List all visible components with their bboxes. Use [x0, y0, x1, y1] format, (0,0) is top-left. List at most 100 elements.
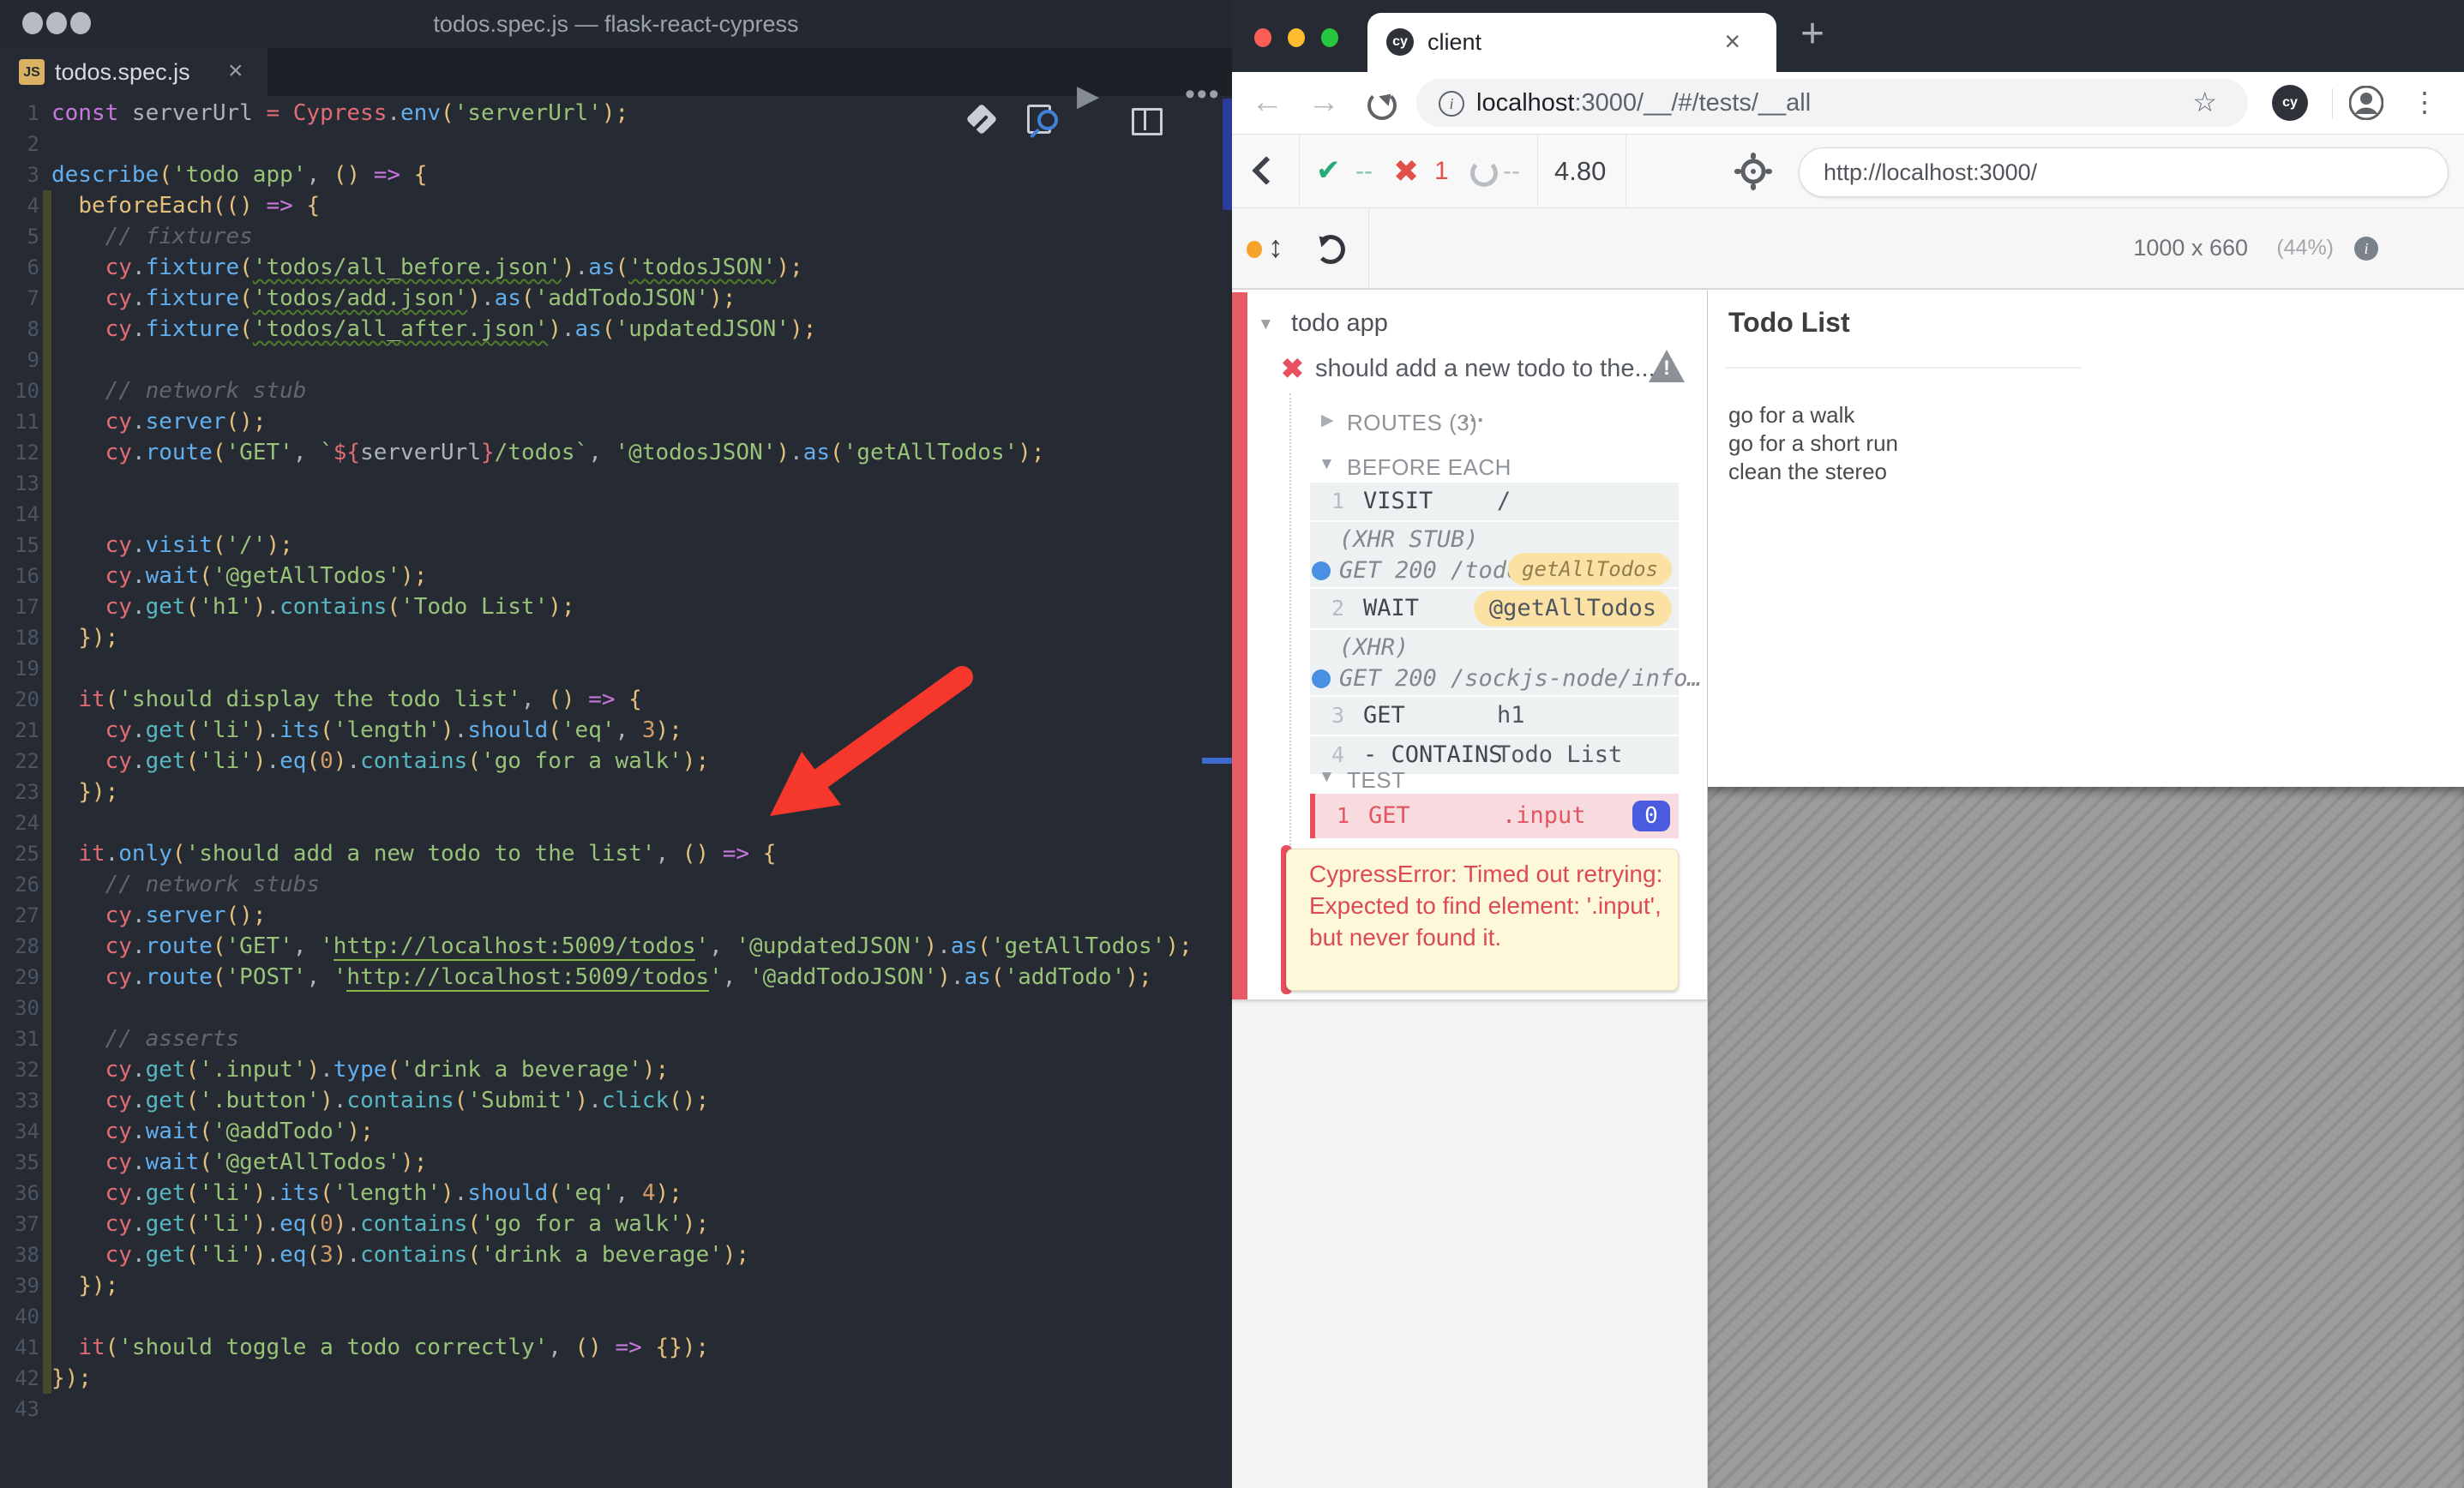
code-line[interactable]: 22 cy.get('li').eq(0).contains('go for a… — [0, 746, 1232, 777]
code-line[interactable]: 17 cy.get('h1').contains('Todo List'); — [0, 591, 1232, 622]
more-actions-icon[interactable]: ••• — [1185, 48, 1221, 111]
app-iframe[interactable]: Todo List go for a walk go for a short ru… — [1708, 290, 2464, 787]
profile-avatar-icon[interactable] — [2349, 86, 2383, 120]
editor-titlebar[interactable]: todos.spec.js — flask-react-cypress — [0, 0, 1232, 48]
code-line[interactable]: 12 cy.route('GET', `${serverUrl}/todos`,… — [0, 437, 1232, 468]
editor-tab-todos-spec[interactable]: JS todos.spec.js × — [0, 48, 267, 96]
error-message-box[interactable]: CypressError: Timed out retrying: Expect… — [1286, 849, 1679, 991]
todo-item[interactable]: go for a short run — [1728, 429, 1898, 458]
code-line[interactable]: 14 — [0, 499, 1232, 530]
chevron-down-icon[interactable]: ▼ — [1319, 768, 1335, 787]
code-line[interactable]: 35 cy.wait('@getAllTodos'); — [0, 1147, 1232, 1178]
code-line[interactable]: 39 }); — [0, 1270, 1232, 1301]
back-icon[interactable]: ← — [1251, 72, 1283, 135]
failed-command-row[interactable]: 1 GET .input 0 — [1310, 794, 1679, 838]
code-line[interactable]: 11 cy.server(); — [0, 406, 1232, 437]
command-row[interactable]: 3 GET h1 — [1310, 697, 1679, 735]
code-line[interactable]: 30 — [0, 993, 1232, 1023]
failed-test-title[interactable]: should add a new todo to the... — [1315, 346, 1656, 391]
url-text[interactable]: localhost:3000/__/#/tests/__all — [1476, 79, 1811, 127]
code-line[interactable]: 10 // network stub — [0, 375, 1232, 406]
back-to-tests-icon[interactable] — [1252, 156, 1281, 185]
todo-item[interactable]: go for a walk — [1728, 401, 1898, 429]
editor-tab-close-icon[interactable]: × — [228, 48, 243, 96]
bookmark-star-icon[interactable]: ☆ — [2192, 79, 2217, 127]
viewport-info-icon[interactable]: i — [2354, 237, 2378, 261]
code-line[interactable]: 6 cy.fixture('todos/all_before.json').as… — [0, 252, 1232, 283]
code-line[interactable]: 38 cy.get('li').eq(3).contains('drink a … — [0, 1239, 1232, 1270]
chevron-down-icon[interactable]: ▼ — [1258, 315, 1274, 334]
minimize-traffic-light[interactable] — [1288, 28, 1305, 47]
code-line[interactable]: 33 cy.get('.button').contains('Submit').… — [0, 1085, 1232, 1116]
code-line[interactable]: 18 }); — [0, 622, 1232, 653]
forward-icon[interactable]: → — [1307, 72, 1340, 135]
routes-section-label[interactable]: ROUTES (3) — [1347, 410, 1477, 436]
routes-more-icon[interactable]: ⋯ — [1462, 406, 1485, 433]
code-line[interactable]: 28 cy.route('GET', 'http://localhost:500… — [0, 931, 1232, 962]
code-line[interactable]: 20 it('should display the todo list', ()… — [0, 684, 1232, 715]
passed-count: -- — [1355, 157, 1373, 185]
browser-tab-client[interactable]: cy client × — [1367, 13, 1776, 72]
before-each-section-label[interactable]: BEFORE EACH — [1347, 454, 1511, 481]
cypress-extension-icon[interactable]: cy — [2272, 85, 2308, 121]
tab-close-icon[interactable]: × — [1724, 13, 1740, 72]
page-info-icon[interactable]: i — [1439, 91, 1464, 117]
code-area[interactable]: 1 const serverUrl = Cypress.env('serverUr… — [0, 98, 1232, 1425]
code-line[interactable]: 25 it.only('should add a new todo to the… — [0, 838, 1232, 869]
scrollbar-indicator[interactable] — [1223, 99, 1232, 210]
code-line[interactable]: 7 cy.fixture('todos/add.json').as('addTo… — [0, 283, 1232, 314]
code-line[interactable]: 2 — [0, 129, 1232, 159]
address-bar[interactable]: i localhost:3000/__/#/tests/__all ☆ — [1416, 79, 2248, 127]
code-line[interactable]: 4 beforeEach(() => { — [0, 190, 1232, 221]
code-line[interactable]: 5 // fixtures — [0, 221, 1232, 252]
code-line[interactable]: 31 // asserts — [0, 1023, 1232, 1054]
line-number: 35 — [15, 1150, 39, 1174]
code-line[interactable]: 37 cy.get('li').eq(0).contains('go for a… — [0, 1209, 1232, 1239]
rerun-tests-icon[interactable] — [1316, 235, 1345, 264]
auto-scroll-dot-icon[interactable] — [1247, 241, 1262, 258]
code-line[interactable]: 19 — [0, 653, 1232, 684]
code-line[interactable]: 15 cy.visit('/'); — [0, 530, 1232, 561]
line-number: 6 — [27, 255, 39, 279]
code-line[interactable]: 23 }); — [0, 777, 1232, 807]
aut-url-field[interactable]: http://localhost:3000/ — [1799, 147, 2449, 197]
command-number: 3 — [1331, 703, 1344, 728]
code-line[interactable]: 13 — [0, 468, 1232, 499]
test-section-label[interactable]: TEST — [1347, 767, 1405, 794]
code-line[interactable]: 26 // network stubs — [0, 869, 1232, 900]
code-line[interactable]: 1 const serverUrl = Cypress.env('serverUr… — [0, 98, 1232, 129]
command-row[interactable]: 1 VISIT / — [1310, 483, 1679, 520]
suite-title[interactable]: todo app — [1291, 303, 1388, 344]
code-line[interactable]: 43 — [0, 1394, 1232, 1425]
code-line[interactable]: 24 — [0, 807, 1232, 838]
code-line[interactable]: 9 — [0, 345, 1232, 375]
command-row[interactable]: (XHR) GET 200 /sockjs-node/info… — [1310, 630, 1702, 695]
run-button[interactable]: ▶ — [1077, 48, 1099, 112]
code-line[interactable]: 29 cy.route('POST', 'http://localhost:50… — [0, 962, 1232, 993]
close-traffic-light[interactable] — [1254, 28, 1271, 47]
code-line[interactable]: 41 it('should toggle a todo correctly', … — [0, 1332, 1232, 1363]
command-row[interactable]: (XHR STUB) GET 200 /todos getAllTodos — [1310, 522, 1679, 587]
code-line[interactable]: 40 — [0, 1301, 1232, 1332]
command-row[interactable]: 2 WAIT @getAllTodos — [1310, 589, 1679, 628]
zoom-traffic-light[interactable] — [1321, 28, 1338, 47]
code-line[interactable]: 32 cy.get('.input').type('drink a bevera… — [0, 1054, 1232, 1085]
code-line[interactable]: 8 cy.fixture('todos/all_after.json').as(… — [0, 314, 1232, 345]
code-line[interactable]: 27 cy.server(); — [0, 900, 1232, 931]
code-line[interactable]: 21 cy.get('li').its('length').should('eq… — [0, 715, 1232, 746]
code-line[interactable]: 3 describe('todo app', () => { — [0, 159, 1232, 190]
browser-menu-icon[interactable]: ⋮ — [2411, 72, 2438, 135]
code-line[interactable]: 34 cy.wait('@addTodo'); — [0, 1116, 1232, 1147]
code-line[interactable]: 42}); — [0, 1363, 1232, 1394]
chevron-down-icon[interactable]: ▼ — [1319, 455, 1335, 474]
reload-icon[interactable] — [1367, 91, 1397, 120]
scroll-updown-icon[interactable]: ↕ — [1268, 208, 1283, 288]
chevron-right-icon[interactable]: ▶ — [1321, 411, 1334, 430]
code-line[interactable]: 16 cy.wait('@getAllTodos'); — [0, 561, 1232, 591]
new-tab-button[interactable]: + — [1800, 0, 1824, 72]
todo-item[interactable]: clean the stereo — [1728, 458, 1898, 486]
code-line[interactable]: 36 cy.get('li').its('length').should('eq… — [0, 1178, 1232, 1209]
command-name: GET — [1363, 702, 1405, 729]
selector-playground-icon[interactable] — [1734, 153, 1772, 190]
viewport-scale: (44%) — [2276, 236, 2334, 260]
